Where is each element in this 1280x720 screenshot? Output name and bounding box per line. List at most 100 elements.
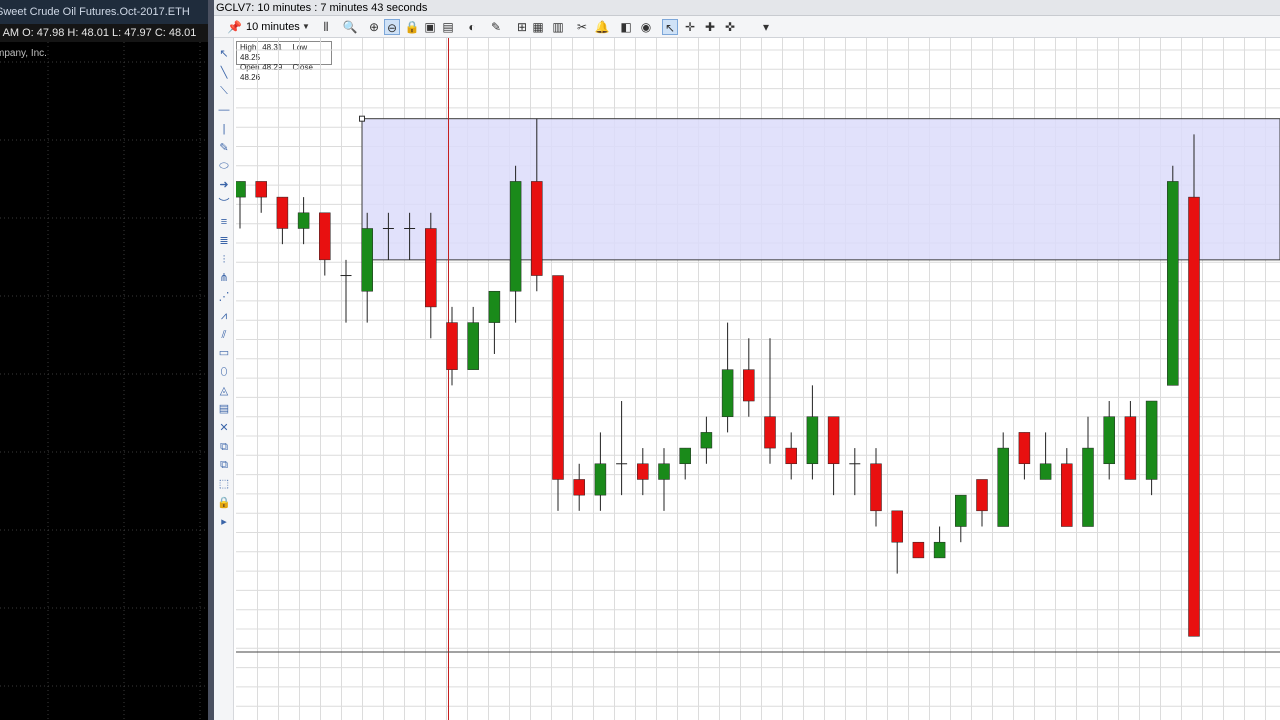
chart-title-bar[interactable]: GCLV7: 10 minutes : 7 minutes 43 seconds: [214, 0, 1280, 16]
region-icon[interactable]: ⬚: [216, 476, 232, 492]
candle: [340, 259, 352, 323]
candle: [425, 212, 437, 339]
candle-body: [997, 447, 1009, 527]
horizontal-line-icon[interactable]: —: [216, 102, 232, 118]
arc-tool-icon[interactable]: ︶: [216, 196, 232, 212]
lock-icon[interactable]: 🔒: [404, 19, 420, 35]
gann-fan-icon[interactable]: ⋰: [216, 289, 232, 305]
lock-drawing-icon[interactable]: 🔒: [216, 495, 232, 511]
candle-body: [255, 181, 267, 198]
triangle-tool-icon[interactable]: ◬: [216, 383, 232, 399]
ellipse-tool-icon[interactable]: ⬯: [216, 364, 232, 380]
text-tool-icon[interactable]: ✎: [216, 140, 232, 156]
crosshair-lock-icon[interactable]: ✜: [722, 19, 738, 35]
candle-body: [425, 228, 437, 308]
candle: [933, 526, 946, 559]
rectangle-tool-icon[interactable]: ▭: [216, 345, 232, 361]
candle-body: [658, 463, 670, 480]
candle-body: [361, 228, 373, 292]
candle: [976, 479, 988, 527]
candle-body: [1167, 181, 1179, 386]
copy-icon[interactable]: ⧉: [216, 439, 232, 455]
zoom-icon[interactable]: 🔍: [342, 19, 358, 35]
left-panel-title-text: Sweet Crude Oil Futures.Oct-2017.ETH: [0, 6, 190, 18]
candle-body: [531, 181, 543, 276]
candle-body: [1103, 416, 1115, 465]
candle-body: [679, 447, 691, 465]
candle-body: [806, 416, 819, 465]
zoom-in-icon[interactable]: ⊕: [366, 19, 382, 35]
more-icon[interactable]: ▾: [758, 19, 774, 35]
strategy-icon[interactable]: ◧: [618, 19, 634, 35]
candle: [509, 165, 522, 323]
left-panel-title[interactable]: Sweet Crude Oil Futures.Oct-2017.ETH: [0, 0, 208, 24]
resistance-zone: [361, 118, 1280, 261]
arrow-tool-icon[interactable]: ➜: [216, 177, 232, 193]
global-crosshair-icon[interactable]: ✚: [702, 19, 718, 35]
select-tool-icon[interactable]: ↖: [216, 46, 232, 62]
candle: [700, 416, 713, 464]
fib-extension-icon[interactable]: ≣: [216, 233, 232, 249]
duplicate-icon[interactable]: ⧉: [216, 457, 232, 473]
candle: [1018, 432, 1031, 480]
candle-body: [573, 479, 585, 496]
candle: [1124, 401, 1137, 480]
candle: [743, 338, 755, 417]
indicators-icon[interactable]: ◐: [464, 19, 480, 35]
crosshair-icon[interactable]: ✛: [682, 19, 698, 35]
line-tool-icon[interactable]: ╲: [216, 65, 232, 81]
fan-icon[interactable]: ⩘: [216, 308, 232, 324]
pointer-icon[interactable]: ↖: [662, 19, 678, 35]
left-panel-grid: [0, 42, 208, 720]
expand-icon[interactable]: ▸: [216, 514, 232, 530]
candle-body: [764, 416, 776, 449]
data-box-icon[interactable]: ▥: [550, 19, 566, 35]
left-panel-company: mpany, Inc.: [0, 48, 47, 59]
remove-all-icon[interactable]: ✕: [216, 420, 232, 436]
candle-body: [1124, 416, 1137, 480]
candle: [1061, 448, 1073, 527]
candle: [1039, 432, 1052, 480]
candle-body: [467, 322, 479, 370]
snapshot-icon[interactable]: ▤: [440, 19, 456, 35]
candle-body: [552, 275, 564, 480]
candle: [1103, 401, 1115, 480]
candle-body: [319, 212, 331, 261]
candle-body: [1082, 447, 1094, 527]
candle: [764, 338, 776, 464]
note-tool-icon[interactable]: ▤: [216, 401, 232, 417]
pitchfork-icon[interactable]: ⋔: [216, 270, 232, 286]
fib-time-icon[interactable]: ⫶: [216, 252, 232, 268]
drawing-tools-icon[interactable]: ✎: [488, 19, 504, 35]
alerts-icon[interactable]: 🔔: [594, 19, 610, 35]
candle: [1167, 165, 1179, 386]
left-panel-ohlc-text: 2 AM O: 47.98 H: 48.01 L: 47.97 C: 48.01: [0, 27, 197, 39]
bar-type-icon[interactable]: ⫴: [318, 19, 334, 35]
candle-body: [1039, 463, 1052, 480]
left-chart-panel: Sweet Crude Oil Futures.Oct-2017.ETH 2 A…: [0, 0, 208, 720]
cut-icon[interactable]: ✂: [574, 19, 590, 35]
candle: [827, 416, 840, 496]
fib-retracement-icon[interactable]: ≡: [216, 214, 232, 230]
fit-icon[interactable]: ▣: [422, 19, 438, 35]
ray-tool-icon[interactable]: ⟍: [216, 83, 232, 99]
candle-body: [827, 416, 840, 465]
zoom-out-icon[interactable]: ⊖: [384, 19, 400, 35]
ellipse-note-icon[interactable]: ⬭: [216, 158, 232, 174]
chart-style-icon[interactable]: ▦: [530, 19, 546, 35]
vertical-line-icon[interactable]: |: [216, 121, 232, 137]
price-chart[interactable]: [236, 38, 1280, 720]
visibility-icon[interactable]: ◉: [638, 19, 654, 35]
candle: [1188, 134, 1200, 637]
templates-icon[interactable]: ⊞: [514, 19, 530, 35]
candle-body: [276, 196, 289, 229]
candle: [870, 448, 882, 527]
chevron-down-icon[interactable]: ▼: [302, 19, 310, 35]
candle: [955, 494, 967, 543]
candle-body: [1018, 432, 1031, 465]
regression-icon[interactable]: ⫽: [216, 327, 232, 343]
candle-body: [933, 541, 946, 559]
interval-selector[interactable]: 10 minutes: [230, 19, 302, 35]
left-panel-ohlc: 2 AM O: 47.98 H: 48.01 L: 47.97 C: 48.01: [0, 24, 208, 42]
candle: [573, 463, 585, 511]
